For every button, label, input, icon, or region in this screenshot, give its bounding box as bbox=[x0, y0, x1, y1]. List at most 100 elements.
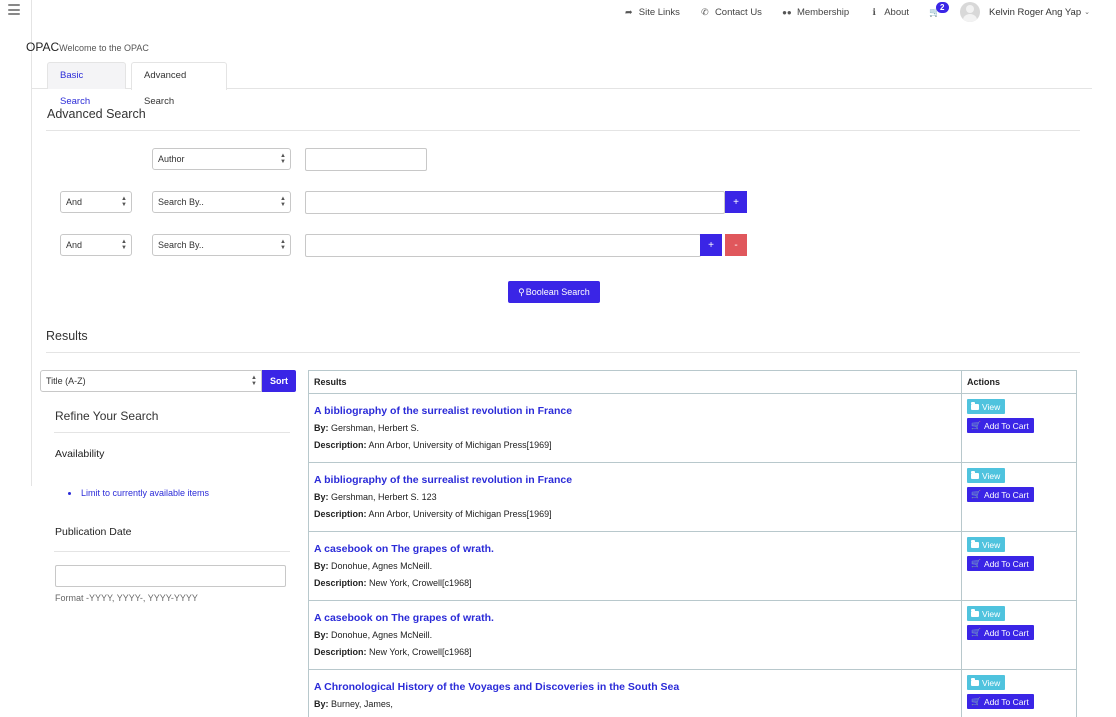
nav-site-links[interactable]: ➦ Site Links bbox=[614, 7, 690, 18]
author-value: Gershman, Herbert S. bbox=[331, 423, 420, 433]
table-row: A casebook on The grapes of wrath. By: D… bbox=[309, 532, 1076, 601]
tab-basic-search[interactable]: Basic Search bbox=[47, 62, 126, 107]
nav-membership-label: Membership bbox=[796, 6, 850, 18]
author-value: Burney, James, bbox=[331, 699, 393, 709]
search-input-2[interactable] bbox=[305, 191, 725, 214]
view-button[interactable]: View bbox=[967, 675, 1005, 690]
search-tabs: Basic Search Advanced Search bbox=[32, 62, 1092, 107]
share-icon: ➦ bbox=[624, 6, 633, 17]
nav-membership[interactable]: ●● Membership bbox=[772, 7, 859, 18]
sort-button[interactable]: Sort bbox=[262, 370, 296, 392]
cart-icon: 🛒 bbox=[971, 421, 981, 430]
field-select-3-value: Search By.. bbox=[158, 240, 204, 250]
add-to-cart-button[interactable]: 🛒 Add To Cart bbox=[967, 556, 1034, 571]
divider bbox=[54, 551, 290, 552]
remove-row-button[interactable]: - bbox=[725, 234, 747, 256]
result-title-link[interactable]: A bibliography of the surrealist revolut… bbox=[314, 405, 961, 417]
select-arrows-icon: ▲ ▼ bbox=[251, 375, 257, 387]
description-label: Description: bbox=[314, 440, 367, 450]
add-to-cart-label: Add To Cart bbox=[983, 627, 1029, 638]
add-to-cart-label: Add To Cart bbox=[983, 489, 1029, 500]
author-value: Donohue, Agnes McNeill. bbox=[331, 561, 433, 571]
user-menu[interactable]: Kelvin Roger Ang Yap ⌄ bbox=[960, 2, 1116, 22]
folder-icon bbox=[971, 608, 979, 617]
opac-subtitle: Welcome to the OPAC bbox=[59, 43, 149, 53]
nav-about-label: About bbox=[884, 6, 910, 18]
add-to-cart-button[interactable]: 🛒 Add To Cart bbox=[967, 418, 1034, 433]
tab-advanced-search[interactable]: Advanced Search bbox=[131, 62, 227, 107]
result-author: By: Burney, James, bbox=[314, 699, 961, 709]
select-arrows-icon: ▲ ▼ bbox=[280, 239, 286, 251]
actions-cell: View 🛒 Add To Cart bbox=[962, 601, 1076, 669]
result-title-link[interactable]: A casebook on The grapes of wrath. bbox=[314, 612, 961, 624]
result-cell: A bibliography of the surrealist revolut… bbox=[309, 394, 962, 462]
view-button[interactable]: View bbox=[967, 606, 1005, 621]
actions-cell: View 🛒 Add To Cart bbox=[962, 463, 1076, 531]
result-description: Description: New York, Crowell[c1968] bbox=[314, 647, 961, 657]
select-arrows-icon: ▲ ▼ bbox=[121, 196, 127, 208]
result-author: By: Gershman, Herbert S. 123 bbox=[314, 492, 961, 502]
divider bbox=[54, 432, 290, 433]
result-cell: A casebook on The grapes of wrath. By: D… bbox=[309, 601, 962, 669]
by-label: By: bbox=[314, 492, 329, 502]
description-value: New York, Crowell[c1968] bbox=[369, 578, 472, 588]
view-button[interactable]: View bbox=[967, 399, 1005, 414]
cart-icon: 🛒 bbox=[971, 490, 981, 499]
folder-icon bbox=[971, 401, 979, 410]
view-button[interactable]: View bbox=[967, 468, 1005, 483]
actions-cell: View 🛒 Add To Cart bbox=[962, 394, 1076, 462]
table-row: A Chronological History of the Voyages a… bbox=[309, 670, 1076, 717]
add-row-button[interactable]: + bbox=[700, 234, 722, 256]
result-title-link[interactable]: A casebook on The grapes of wrath. bbox=[314, 543, 961, 555]
nav-contact-us[interactable]: ✆ Contact Us bbox=[690, 7, 772, 18]
add-row-button[interactable]: + bbox=[725, 191, 747, 213]
advanced-search-heading: Advanced Search bbox=[47, 107, 146, 121]
refine-title: Refine Your Search bbox=[55, 409, 159, 423]
limit-available-link[interactable]: Limit to currently available items bbox=[68, 488, 209, 498]
cart-icon: 🛒 bbox=[971, 628, 981, 637]
view-button[interactable]: View bbox=[967, 537, 1005, 552]
publication-date-input[interactable] bbox=[55, 565, 286, 587]
result-title-link[interactable]: A Chronological History of the Voyages a… bbox=[314, 681, 961, 693]
search-icon: ⚲ bbox=[518, 286, 525, 297]
operator-select-2[interactable]: And ▲ ▼ bbox=[60, 191, 132, 213]
cart-icon: 🛒 bbox=[971, 559, 981, 568]
format-hint: Format -YYYY, YYYY-, YYYY-YYYY bbox=[55, 593, 198, 603]
top-nav: ➦ Site Links ✆ Contact Us ●● Membership … bbox=[614, 0, 1116, 24]
sort-select[interactable]: Title (A-Z) ▲ ▼ bbox=[40, 370, 262, 392]
result-cell: A bibliography of the surrealist revolut… bbox=[309, 463, 962, 531]
operator-select-3[interactable]: And ▲ ▼ bbox=[60, 234, 132, 256]
boolean-search-button[interactable]: ⚲ Boolean Search bbox=[508, 281, 600, 303]
search-input-3[interactable] bbox=[305, 234, 701, 257]
divider bbox=[46, 130, 1080, 131]
user-name: Kelvin Roger Ang Yap bbox=[989, 6, 1082, 18]
by-label: By: bbox=[314, 423, 329, 433]
view-label: View bbox=[982, 677, 1001, 688]
view-label: View bbox=[982, 608, 1001, 619]
result-author: By: Donohue, Agnes McNeill. bbox=[314, 630, 961, 640]
add-to-cart-label: Add To Cart bbox=[983, 696, 1029, 707]
phone-icon: ✆ bbox=[701, 6, 709, 17]
results-table: Results Actions A bibliography of the su… bbox=[308, 370, 1077, 717]
field-select-3[interactable]: Search By.. ▲ ▼ bbox=[152, 234, 291, 256]
by-label: By: bbox=[314, 630, 329, 640]
search-input-1[interactable] bbox=[305, 148, 427, 171]
field-select-2[interactable]: Search By.. ▲ ▼ bbox=[152, 191, 291, 213]
table-header: Results Actions bbox=[309, 371, 1076, 394]
add-to-cart-button[interactable]: 🛒 Add To Cart bbox=[967, 487, 1034, 502]
select-arrows-icon: ▲ ▼ bbox=[280, 153, 286, 165]
add-to-cart-button[interactable]: 🛒 Add To Cart bbox=[967, 625, 1034, 640]
nav-about[interactable]: ℹ About bbox=[859, 7, 919, 18]
boolean-search-label: Boolean Search bbox=[525, 287, 590, 297]
field-select-1[interactable]: Author ▲ ▼ bbox=[152, 148, 291, 170]
table-row: A bibliography of the surrealist revolut… bbox=[309, 463, 1076, 532]
users-icon: ●● bbox=[782, 7, 792, 17]
cart-icon: 🛒 bbox=[971, 697, 981, 706]
result-description: Description: Ann Arbor, University of Mi… bbox=[314, 440, 961, 450]
add-to-cart-button[interactable]: 🛒 Add To Cart bbox=[967, 694, 1034, 709]
left-sidebar-strip bbox=[0, 0, 32, 486]
menu-icon[interactable] bbox=[8, 4, 20, 15]
result-title-link[interactable]: A bibliography of the surrealist revolut… bbox=[314, 474, 961, 486]
results-heading: Results bbox=[46, 329, 88, 343]
nav-cart[interactable]: 🛒 2 bbox=[919, 1, 960, 18]
